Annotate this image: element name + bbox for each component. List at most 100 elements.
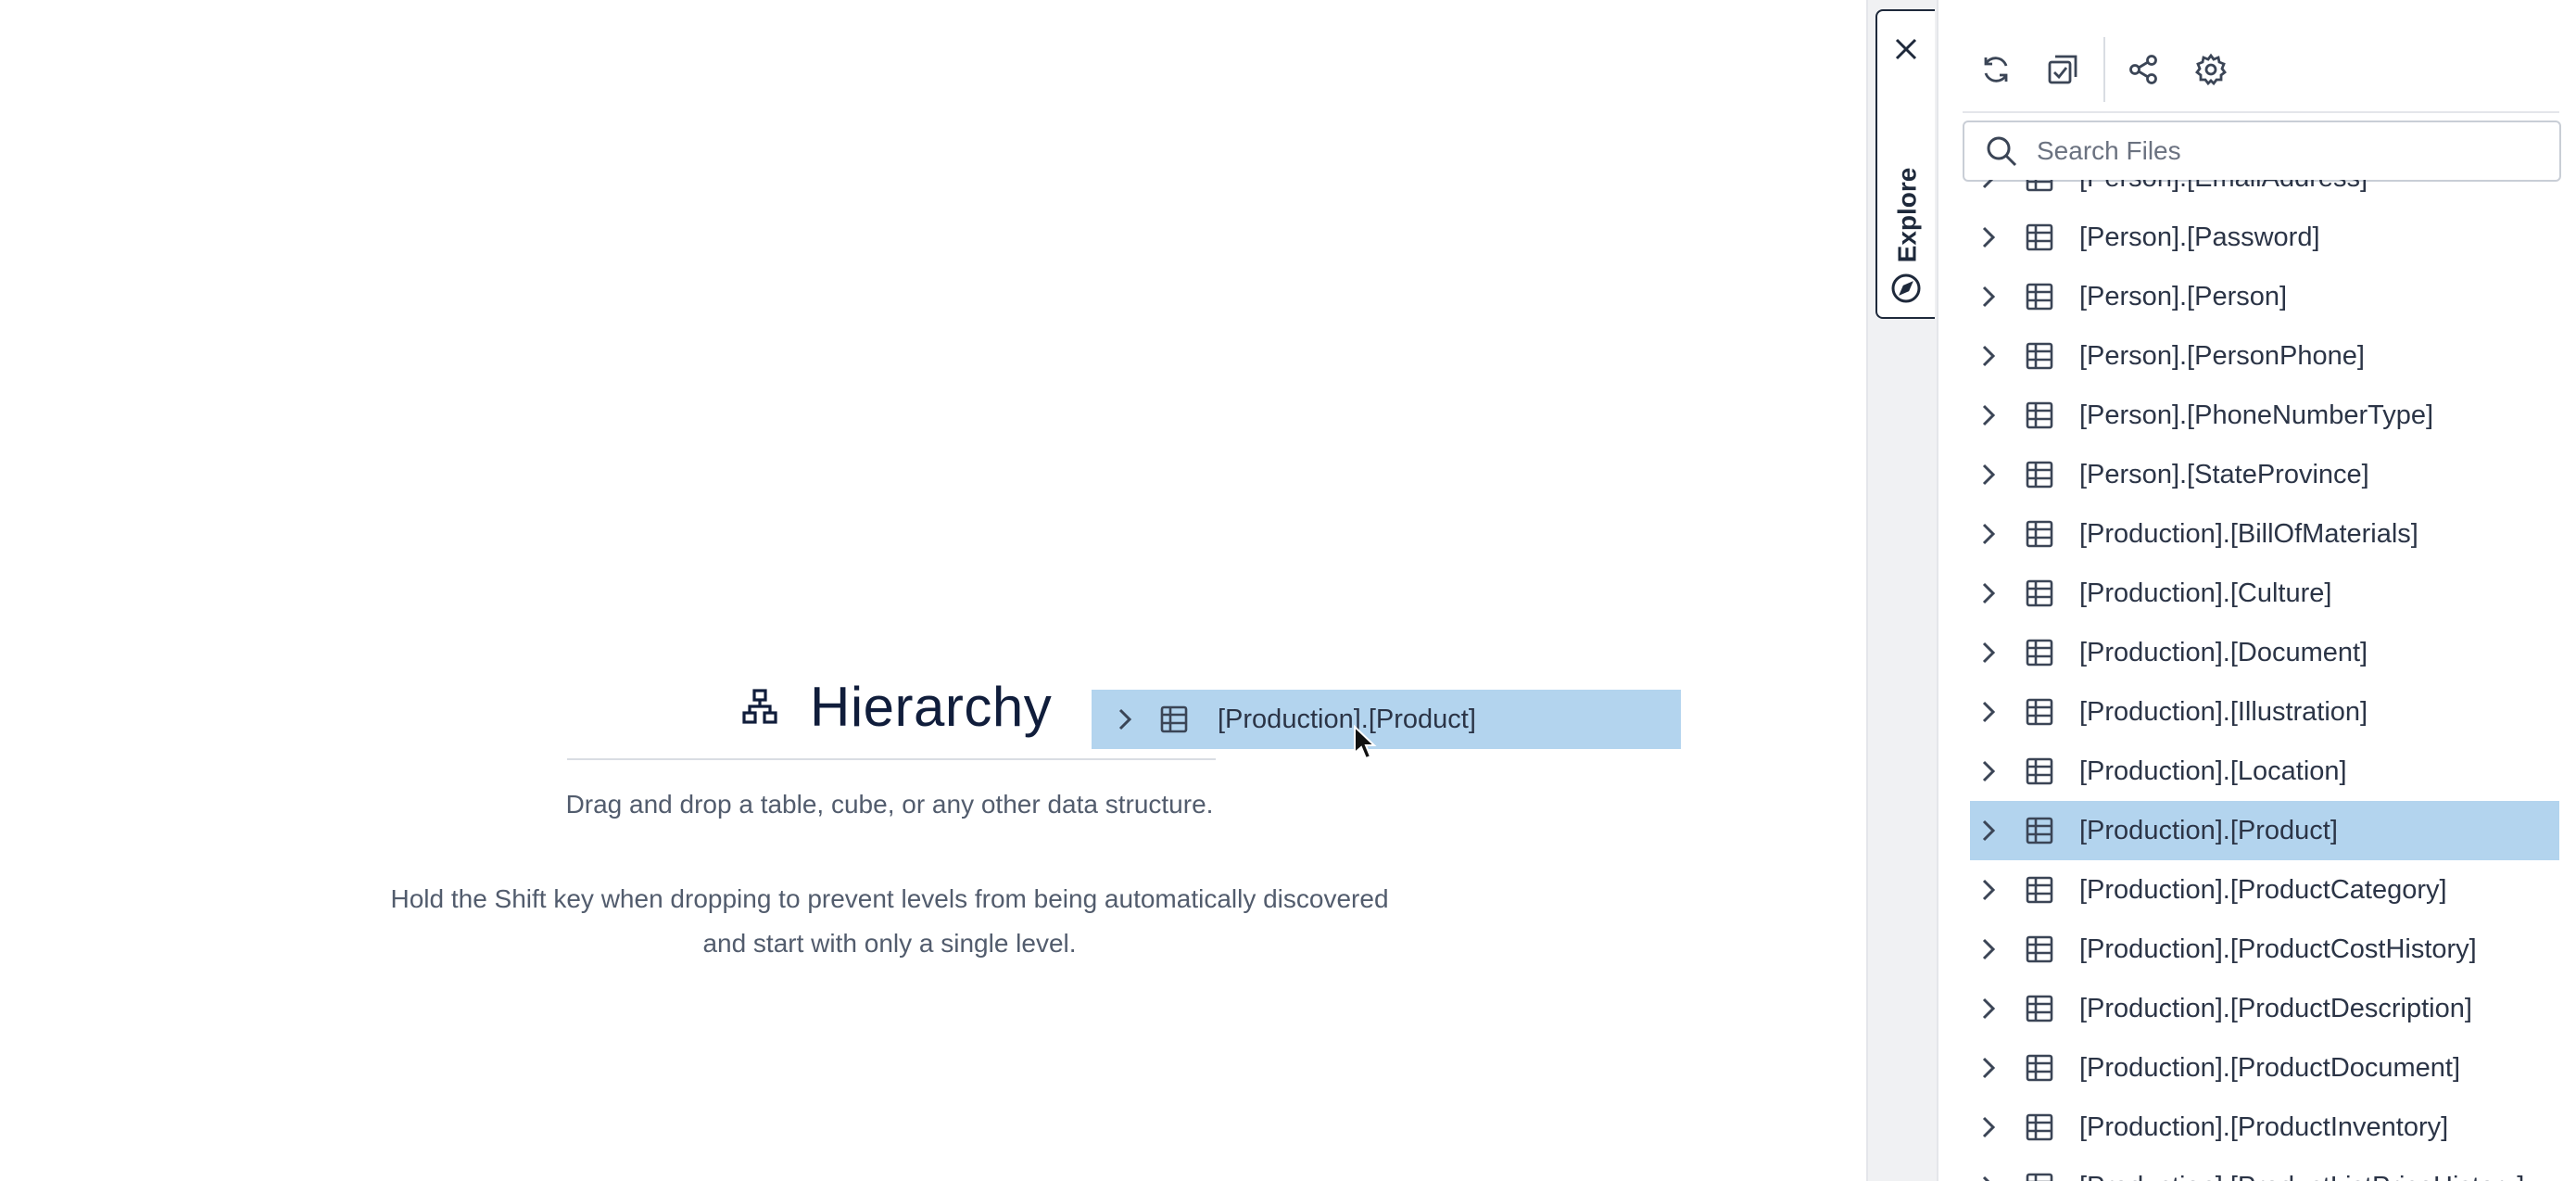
- table-icon: [2026, 223, 2057, 251]
- table-icon: [2026, 995, 2057, 1022]
- toolbar-divider: [2103, 37, 2105, 102]
- table-icon: [2026, 876, 2057, 904]
- tree-item[interactable]: [Production].[Culture]: [1970, 564, 2559, 623]
- table-icon: [2026, 180, 2057, 192]
- table-icon: [2026, 520, 2057, 548]
- chevron-right-icon[interactable]: [1970, 224, 2007, 250]
- tree-item[interactable]: [Production].[ProductDescription]: [1970, 979, 2559, 1038]
- tree-item[interactable]: [Person].[Password]: [1970, 208, 2559, 267]
- explore-tab-label-wrap: Explore: [1881, 159, 1933, 271]
- tree-item-label: [Production].[ProductDocument]: [2079, 1052, 2461, 1083]
- tree-item[interactable]: [Production].[ProductCostHistory]: [1970, 920, 2559, 979]
- chevron-right-icon[interactable]: [1970, 1174, 2007, 1181]
- tree-item[interactable]: [Production].[BillOfMaterials]: [1970, 504, 2559, 564]
- tree-item-label: [Person].[Password]: [2079, 222, 2320, 252]
- tree-item-label: [Person].[Person]: [2079, 281, 2288, 311]
- tree-item[interactable]: [Production].[Document]: [1970, 623, 2559, 682]
- select-all-icon[interactable]: [2035, 42, 2090, 97]
- tree-item[interactable]: [Production].[Illustration]: [1970, 682, 2559, 742]
- tree-item-label: [Production].[ProductCostHistory]: [2079, 933, 2477, 964]
- search-icon: [1983, 133, 2020, 170]
- hierarchy-canvas[interactable]: Hierarchy Drag and drop a table, cube, o…: [0, 0, 1866, 1181]
- hierarchy-heading: Hierarchy: [741, 669, 1052, 743]
- tree-item-label: [Production].[ProductDescription]: [2079, 993, 2472, 1023]
- tree-item[interactable]: [Production].[ProductDocument]: [1970, 1038, 2559, 1098]
- tree-item[interactable]: [Person].[StateProvince]: [1970, 445, 2559, 504]
- explorer-toolbar: [1963, 28, 2559, 113]
- table-icon: [2026, 639, 2057, 667]
- search-box[interactable]: [1963, 121, 2561, 182]
- chevron-right-icon[interactable]: [1970, 1114, 2007, 1140]
- table-icon: [2026, 817, 2057, 844]
- hierarchy-title: Hierarchy: [810, 675, 1053, 738]
- explorer-panel: [Person].[EmailAddress] [Person].[Passwor…: [1937, 0, 2576, 1181]
- chevron-right-icon[interactable]: [1970, 640, 2007, 666]
- hierarchy-icon: [741, 688, 778, 725]
- refresh-icon[interactable]: [1968, 42, 2024, 97]
- table-icon: [2026, 757, 2057, 785]
- tree-item-label: [Person].[PhoneNumberType]: [2079, 400, 2434, 430]
- table-icon: [2026, 1054, 2057, 1082]
- chevron-right-icon[interactable]: [1970, 580, 2007, 606]
- chevron-right-icon[interactable]: [1970, 1055, 2007, 1081]
- table-icon: [2026, 935, 2057, 963]
- title-divider: [567, 758, 1216, 760]
- tree-item-label: [Person].[StateProvince]: [2079, 459, 2369, 489]
- tree-item[interactable]: [Person].[EmailAddress]: [1970, 180, 2559, 208]
- tree-item[interactable]: [Person].[Person]: [1970, 267, 2559, 326]
- table-icon: [2026, 401, 2057, 429]
- drag-ghost-label: [Production].[Product]: [1218, 704, 1476, 734]
- tree-item-label: [Production].[Culture]: [2079, 578, 2332, 608]
- table-icon: [2026, 698, 2057, 726]
- tree-item-label: [Person].[PersonPhone]: [2079, 340, 2365, 371]
- tree-item-label: [Production].[ProductInventory]: [2079, 1111, 2449, 1142]
- shift-hint: Hold the Shift key when dropping to prev…: [390, 884, 1389, 958]
- drop-hint: Drag and drop a table, cube, or any othe…: [565, 790, 1214, 819]
- chevron-right-icon[interactable]: [1970, 284, 2007, 310]
- relationships-icon[interactable]: [2116, 42, 2172, 97]
- chevron-right-icon[interactable]: [1970, 521, 2007, 547]
- tree-item[interactable]: [Production].[Product]: [1970, 801, 2559, 860]
- tree-item[interactable]: [Production].[ProductInventory]: [1970, 1098, 2559, 1157]
- tree-item-label: [Production].[ProductListPriceHistory]: [2079, 1172, 2524, 1181]
- gear-icon[interactable]: [2183, 42, 2239, 97]
- chevron-right-icon[interactable]: [1970, 758, 2007, 784]
- table-icon: [2026, 283, 2057, 311]
- table-icon: [2026, 1173, 2057, 1181]
- chevron-right-icon: [1106, 706, 1143, 732]
- chevron-right-icon[interactable]: [1970, 343, 2007, 369]
- tree-item-label: [Production].[Illustration]: [2079, 696, 2368, 727]
- search-input[interactable]: [2035, 135, 2539, 167]
- chevron-right-icon[interactable]: [1970, 996, 2007, 1022]
- mouse-cursor-icon: [1353, 724, 1377, 762]
- tree-item-label: [Person].[EmailAddress]: [2079, 180, 2368, 194]
- drag-ghost-item[interactable]: [Production].[Product]: [1092, 690, 1681, 749]
- chevron-right-icon[interactable]: [1970, 877, 2007, 903]
- tree-item-label: [Production].[Product]: [2079, 815, 2338, 845]
- chevron-right-icon[interactable]: [1970, 936, 2007, 962]
- explore-tab[interactable]: Explore: [1875, 9, 1935, 319]
- tree-item-label: [Production].[ProductCategory]: [2079, 874, 2447, 905]
- tree-item-label: [Production].[Location]: [2079, 756, 2347, 786]
- table-icon: [2026, 461, 2057, 489]
- table-icon: [2026, 342, 2057, 370]
- tree-item-label: [Production].[BillOfMaterials]: [2079, 518, 2418, 549]
- tree-item[interactable]: [Production].[ProductCategory]: [1970, 860, 2559, 920]
- table-icon: [2026, 579, 2057, 607]
- chevron-right-icon[interactable]: [1970, 699, 2007, 725]
- chevron-right-icon[interactable]: [1970, 180, 2007, 191]
- tree-item-label: [Production].[Document]: [2079, 637, 2368, 667]
- table-icon: [2026, 1113, 2057, 1141]
- tree-item[interactable]: [Person].[PersonPhone]: [1970, 326, 2559, 386]
- chevron-right-icon[interactable]: [1970, 462, 2007, 488]
- table-icon: [1160, 705, 1192, 733]
- file-tree[interactable]: [Person].[EmailAddress] [Person].[Passwor…: [1970, 180, 2559, 1181]
- compass-icon: [1890, 273, 1922, 304]
- explore-tab-label: Explore: [1892, 167, 1922, 263]
- chevron-right-icon[interactable]: [1970, 818, 2007, 844]
- tree-item[interactable]: [Production].[ProductListPriceHistory]: [1970, 1157, 2559, 1181]
- tree-item[interactable]: [Production].[Location]: [1970, 742, 2559, 801]
- chevron-right-icon[interactable]: [1970, 402, 2007, 428]
- tree-item[interactable]: [Person].[PhoneNumberType]: [1970, 386, 2559, 445]
- close-icon[interactable]: [1890, 33, 1922, 65]
